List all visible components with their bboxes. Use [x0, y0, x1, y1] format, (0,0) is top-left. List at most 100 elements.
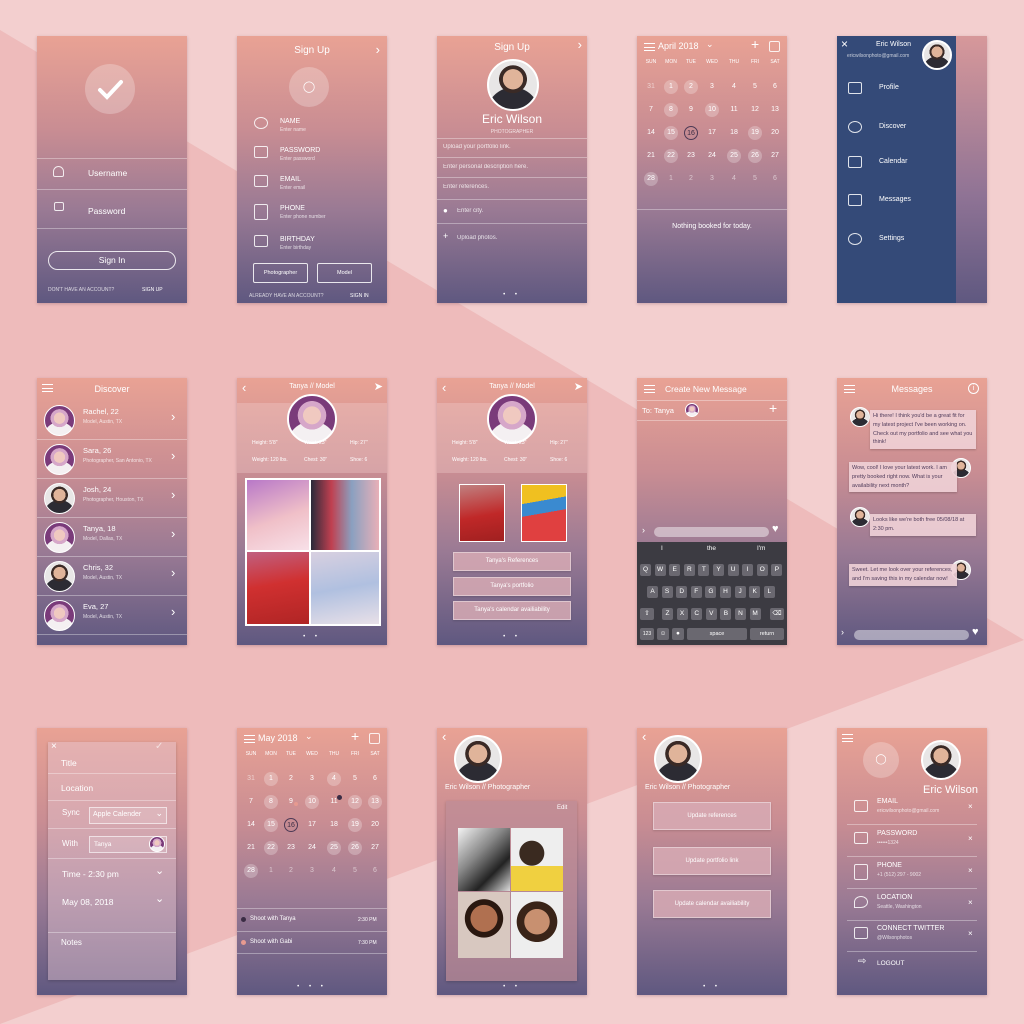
- calendar-day[interactable]: 2: [684, 80, 698, 94]
- calendar-day[interactable]: 9: [684, 103, 698, 117]
- key-i[interactable]: I: [742, 564, 754, 576]
- close-icon[interactable]: ×: [51, 741, 57, 752]
- calendar-day[interactable]: 3: [305, 772, 319, 786]
- notes-input[interactable]: Notes: [61, 938, 82, 947]
- menu-item-messages[interactable]: Messages: [879, 196, 911, 203]
- field-input[interactable]: Enter phone number: [280, 214, 326, 220]
- remove-icon[interactable]: ×: [968, 929, 973, 938]
- chevron-right-icon[interactable]: ›: [171, 527, 175, 540]
- person-name[interactable]: Josh, 24: [83, 485, 111, 494]
- menu-item-settings[interactable]: Settings: [879, 235, 904, 242]
- suggestion[interactable]: I'm: [757, 545, 765, 552]
- chevron-right-icon[interactable]: ›: [171, 488, 175, 501]
- description-input[interactable]: Enter personal description here.: [443, 164, 528, 170]
- emoji-key[interactable]: ☺: [657, 628, 669, 640]
- calendar-day[interactable]: 7: [644, 103, 658, 117]
- key-a[interactable]: A: [647, 586, 658, 598]
- calendar-day[interactable]: 2: [284, 772, 298, 786]
- calendar-day[interactable]: 4: [727, 172, 741, 186]
- calendar-day[interactable]: 16: [684, 126, 698, 140]
- key-r[interactable]: R: [683, 564, 695, 576]
- calendar-day[interactable]: 19: [348, 818, 362, 832]
- remove-icon[interactable]: ×: [968, 834, 973, 843]
- calendar-day[interactable]: 5: [748, 80, 762, 94]
- calendar-day[interactable]: 3: [705, 172, 719, 186]
- field-input[interactable]: Enter birthday: [280, 245, 311, 251]
- mic-key[interactable]: ●: [672, 628, 684, 640]
- calendar-day[interactable]: 31: [644, 80, 658, 94]
- time-select[interactable]: Time - 2:30 pm: [62, 869, 119, 879]
- setting-value[interactable]: @Wilsonphotos: [877, 935, 912, 941]
- suggestion[interactable]: I: [661, 545, 663, 552]
- calendar-day[interactable]: 5: [348, 772, 362, 786]
- back-icon[interactable]: ‹: [442, 730, 446, 743]
- portfolio-photo[interactable]: [311, 480, 379, 550]
- calendar-day[interactable]: 13: [768, 103, 782, 117]
- return-key[interactable]: return: [750, 628, 784, 640]
- calendar-day[interactable]: 16: [284, 818, 298, 832]
- calendar-day[interactable]: 13: [368, 795, 382, 809]
- photographer-button[interactable]: Photographer: [253, 263, 308, 283]
- edit-button[interactable]: Edit: [557, 805, 567, 811]
- model-button[interactable]: Model: [317, 263, 372, 283]
- key-j[interactable]: J: [734, 586, 746, 598]
- calendar-day[interactable]: 14: [244, 818, 258, 832]
- person-name[interactable]: Tanya, 18: [83, 524, 116, 533]
- plus-icon[interactable]: +: [751, 36, 759, 52]
- key-h[interactable]: H: [720, 586, 731, 598]
- upload-photos-input[interactable]: Upload photos.: [457, 235, 497, 241]
- remove-icon[interactable]: ×: [968, 866, 973, 875]
- calendar-day[interactable]: 3: [305, 864, 319, 878]
- key-t[interactable]: T: [698, 564, 710, 576]
- references-button[interactable]: Tanya's References: [453, 552, 571, 571]
- city-input[interactable]: Enter city.: [457, 208, 483, 214]
- numbers-key[interactable]: 123: [640, 628, 654, 640]
- calendar-day[interactable]: 24: [705, 149, 719, 163]
- key-w[interactable]: W: [654, 564, 666, 576]
- sync-select[interactable]: Apple Calender ⌄: [89, 807, 167, 824]
- plus-icon[interactable]: +: [351, 728, 359, 744]
- chevron-down-icon[interactable]: ⌄: [706, 39, 714, 50]
- calendar-day[interactable]: 6: [368, 864, 382, 878]
- portfolio-button[interactable]: Tanya's portfolio: [453, 577, 571, 596]
- portfolio-photo[interactable]: [247, 480, 309, 550]
- calendar-day[interactable]: 26: [348, 841, 362, 855]
- key-y[interactable]: Y: [713, 564, 724, 576]
- recipient-field[interactable]: To: Tanya: [642, 406, 674, 415]
- calendar-day[interactable]: 27: [368, 841, 382, 855]
- portfolio-photo[interactable]: [247, 552, 309, 624]
- menu-item-profile[interactable]: Profile: [879, 84, 899, 91]
- calendar-day[interactable]: 15: [664, 126, 678, 140]
- portfolio-input[interactable]: Upload your portfolio link.: [443, 144, 511, 150]
- date-select[interactable]: May 08, 2018: [62, 897, 114, 907]
- references-input[interactable]: Enter references.: [443, 184, 489, 190]
- sign-up-link[interactable]: SIGN UP: [142, 287, 163, 293]
- calendar-day[interactable]: 12: [748, 103, 762, 117]
- sign-in-button[interactable]: Sign In: [48, 251, 176, 270]
- calendar-day[interactable]: 6: [768, 80, 782, 94]
- back-icon[interactable]: ‹: [642, 730, 646, 743]
- person-name[interactable]: Rachel, 22: [83, 407, 119, 416]
- calendar-day[interactable]: 10: [305, 795, 319, 809]
- heart-icon[interactable]: ♥: [972, 626, 979, 638]
- key-b[interactable]: B: [720, 608, 732, 620]
- remove-icon[interactable]: ×: [968, 898, 973, 907]
- chevron-down-icon[interactable]: ⌄: [305, 731, 313, 742]
- calendar-day[interactable]: 27: [768, 149, 782, 163]
- check-icon[interactable]: ✓: [155, 741, 163, 752]
- month-title[interactable]: May 2018: [258, 733, 298, 743]
- username-field[interactable]: Username: [88, 168, 127, 178]
- calendar-day[interactable]: 5: [748, 172, 762, 186]
- update-calendar-button[interactable]: Update calendar availiability: [653, 890, 771, 918]
- close-icon[interactable]: ×: [841, 37, 848, 51]
- setting-value[interactable]: ••••••1324: [877, 840, 899, 846]
- password-field[interactable]: Password: [88, 206, 125, 216]
- calendar-day[interactable]: 10: [705, 103, 719, 117]
- chevron-right-icon[interactable]: ›: [171, 605, 175, 618]
- field-input[interactable]: Enter email: [280, 185, 305, 191]
- calendar-day[interactable]: 15: [264, 818, 278, 832]
- key-z[interactable]: Z: [662, 608, 673, 620]
- person-name[interactable]: Chris, 32: [83, 563, 113, 572]
- key-o[interactable]: O: [756, 564, 768, 576]
- chevron-right-icon[interactable]: ›: [578, 38, 582, 51]
